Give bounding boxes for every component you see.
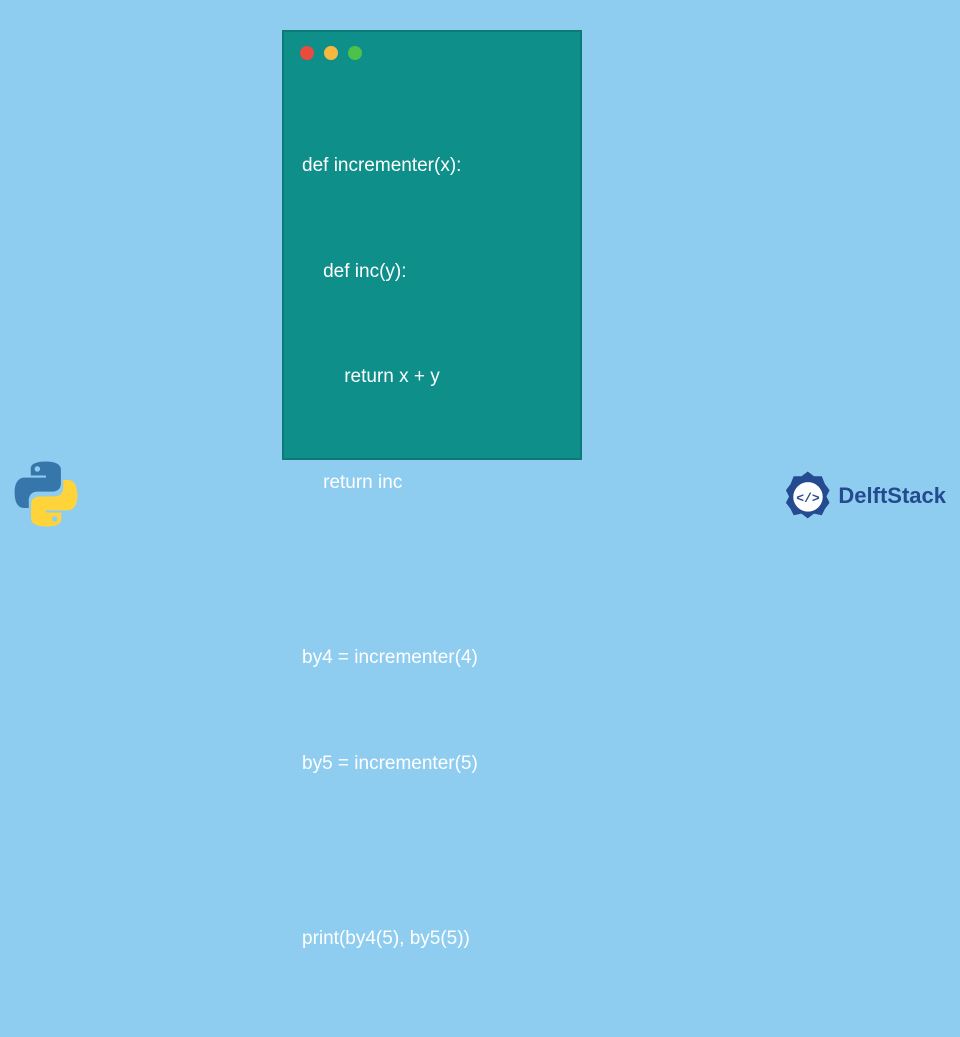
code-line: print(by4(5), by5(5)) (302, 921, 562, 956)
svg-text:</>: </> (797, 491, 821, 506)
code-line: return inc (302, 465, 562, 500)
delftstack-emblem-icon: </> (782, 470, 834, 522)
code-content: def incrementer(x): def inc(y): return x… (284, 68, 580, 1037)
traffic-lights (284, 32, 580, 68)
close-icon (300, 46, 314, 60)
delftstack-label: DelftStack (838, 483, 946, 509)
code-window: def incrementer(x): def inc(y): return x… (282, 30, 582, 460)
maximize-icon (348, 46, 362, 60)
python-logo-icon (12, 460, 80, 528)
code-line: by5 = incrementer(5) (302, 746, 562, 781)
code-line: by4 = incrementer(4) (302, 640, 562, 675)
minimize-icon (324, 46, 338, 60)
code-line: return x + y (302, 359, 562, 394)
delftstack-logo: </> DelftStack (782, 470, 946, 522)
code-line: def inc(y): (302, 254, 562, 289)
code-line: def incrementer(x): (302, 148, 562, 183)
